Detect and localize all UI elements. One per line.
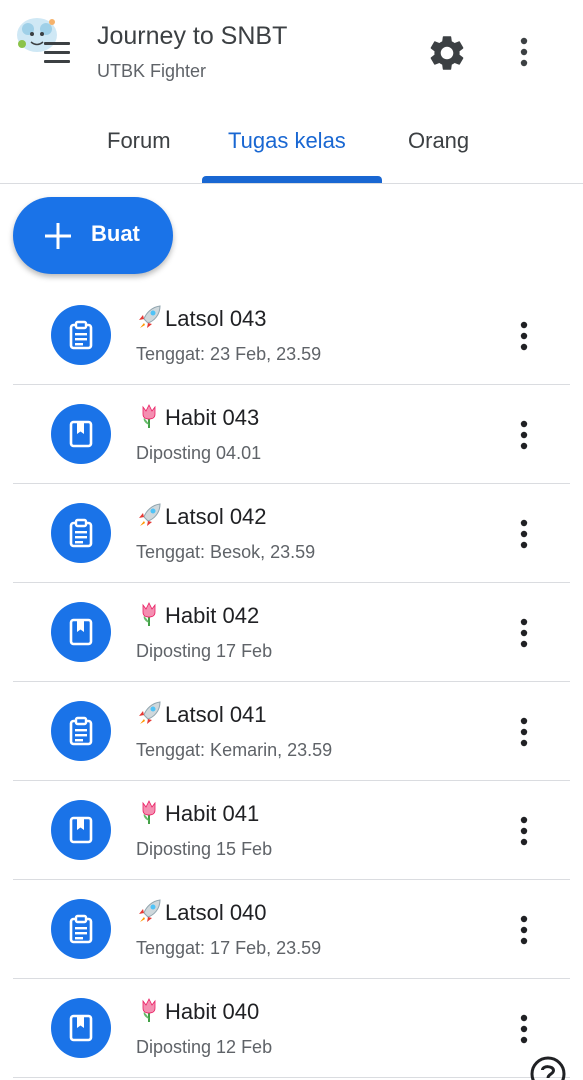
class-subtitle: UTBK Fighter [97,61,207,81]
material-icon [51,404,111,464]
more-vert-icon [520,37,528,67]
item-subtitle: Tenggat: 17 Feb, 23.59 [136,938,322,958]
item-subtitle: Diposting 15 Feb [136,839,273,859]
rocket-icon [139,899,161,922]
more-vert-icon [520,915,528,945]
item-title: Habit 041 [136,799,259,827]
list-item[interactable]: Latsol 043 Tenggat: 23 Feb, 23.59 [0,286,583,385]
more-vert-icon [520,717,528,747]
list-item[interactable]: Latsol 040 Tenggat: 17 Feb, 23.59 [0,880,583,979]
class-title: Journey to SNBT [97,22,288,50]
menu-button[interactable] [14,14,70,64]
assignment-icon [51,899,111,959]
rocket-icon [139,305,161,328]
list-item[interactable]: Habit 041 Diposting 15 Feb [0,781,583,880]
tulip-icon [142,404,156,428]
create-button[interactable]: Buat [13,197,173,274]
item-more-button[interactable] [510,712,538,752]
item-subtitle: Diposting 04.01 [136,443,262,463]
help-button[interactable] [526,1052,570,1080]
settings-button[interactable] [426,32,468,74]
assignment-icon [51,701,111,761]
tab-orang[interactable]: Orang [408,128,469,154]
rocket-icon [139,503,161,526]
tabs-divider [0,183,583,184]
app-header: Journey to SNBT UTBK Fighter [0,0,583,100]
classwork-list: Latsol 043 Tenggat: 23 Feb, 23.59 Habit … [0,286,583,1078]
item-more-button[interactable] [510,316,538,356]
more-vert-icon [520,321,528,351]
item-more-button[interactable] [510,514,538,554]
item-more-button[interactable] [510,415,538,455]
tulip-icon [142,998,156,1022]
assignment-icon [51,503,111,563]
assignment-icon [51,305,111,365]
material-icon [51,800,111,860]
tulip-icon [142,800,156,824]
rocket-icon [139,701,161,724]
material-icon [51,602,111,662]
gear-icon [430,36,464,70]
more-vert-icon [520,816,528,846]
create-button-label: Buat [91,221,140,246]
menu-icon [44,42,70,64]
tab-forum[interactable]: Forum [107,128,171,154]
item-title: Latsol 040 [136,898,267,926]
item-title: Latsol 042 [136,502,267,530]
active-tab-indicator [202,176,382,183]
tulip-icon [142,602,156,626]
plus-icon [45,223,71,249]
list-divider [13,1077,570,1078]
tab-bar: Forum Tugas kelas Orang [0,112,583,183]
more-vert-icon [520,1014,528,1044]
list-item[interactable]: Habit 042 Diposting 17 Feb [0,583,583,682]
more-vert-icon [520,420,528,450]
item-more-button[interactable] [510,811,538,851]
more-vert-icon [520,519,528,549]
item-title: Habit 042 [136,601,259,629]
tab-tugas-kelas[interactable]: Tugas kelas [228,128,346,154]
material-icon [51,998,111,1058]
item-subtitle: Tenggat: Kemarin, 23.59 [136,740,333,760]
item-more-button[interactable] [510,613,538,653]
item-title: Habit 043 [136,403,259,431]
item-more-button[interactable] [510,910,538,950]
list-item[interactable]: Latsol 042 Tenggat: Besok, 23.59 [0,484,583,583]
item-subtitle: Diposting 12 Feb [136,1037,273,1057]
item-title: Habit 040 [136,997,259,1025]
help-icon [530,1056,566,1080]
item-subtitle: Tenggat: Besok, 23.59 [136,542,316,562]
header-more-button[interactable] [510,32,538,74]
item-more-button[interactable] [510,1009,538,1049]
item-title: Latsol 043 [136,304,267,332]
classroom-page: Journey to SNBT UTBK Fighter Forum Tugas… [0,0,583,1080]
list-item[interactable]: Habit 043 Diposting 04.01 [0,385,583,484]
item-subtitle: Tenggat: 23 Feb, 23.59 [136,344,322,364]
item-subtitle: Diposting 17 Feb [136,641,273,661]
more-vert-icon [520,618,528,648]
list-item[interactable]: Habit 040 Diposting 12 Feb [0,979,583,1078]
list-item[interactable]: Latsol 041 Tenggat: Kemarin, 23.59 [0,682,583,781]
item-title: Latsol 041 [136,700,267,728]
